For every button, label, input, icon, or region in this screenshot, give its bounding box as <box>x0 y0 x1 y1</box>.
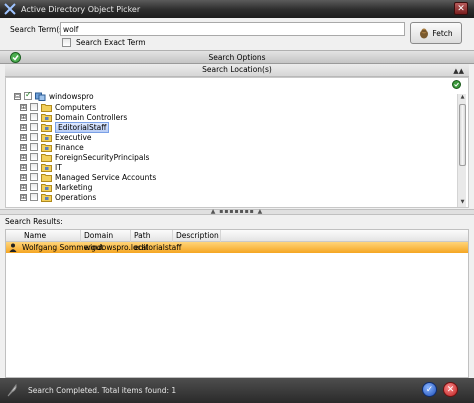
expand-node-icon[interactable]: ⊞ <box>20 123 27 131</box>
tree-checkbox[interactable] <box>30 163 38 171</box>
tree-item-label: Marketing <box>55 182 93 192</box>
tree-checkbox[interactable] <box>30 133 38 141</box>
expand-node-icon[interactable]: ⊞ <box>20 143 27 151</box>
title-bar: Active Directory Object Picker ✕ <box>0 0 474 18</box>
tree-checkbox[interactable] <box>30 113 38 121</box>
expand-node-icon[interactable]: ⊞ <box>20 103 27 111</box>
tree-checkbox[interactable] <box>30 103 38 111</box>
tree-item[interactable]: ⊞ Finance <box>20 142 84 152</box>
tree-checkbox[interactable] <box>30 143 38 151</box>
results-header: Name Domain Path Description <box>6 230 468 242</box>
close-icon[interactable]: ✕ <box>454 2 468 15</box>
org-unit-icon <box>41 193 52 202</box>
expand-node-icon[interactable]: ⊞ <box>20 113 27 121</box>
tree-item-label: Managed Service Accounts <box>55 172 157 182</box>
collapse-icon[interactable]: ▲▲ <box>453 65 464 77</box>
fetch-button[interactable]: Fetch <box>410 22 462 44</box>
search-bar: Search Term(s): Search Exact Term Fetch <box>0 18 474 50</box>
table-row[interactable]: Wolfgang Sommergut windowspro.local edit… <box>6 242 468 253</box>
tree-item-label: Operations <box>55 192 97 202</box>
cell-path: editorialstaff <box>134 243 182 252</box>
search-term-input[interactable] <box>60 22 405 36</box>
search-options-title: Search Options <box>208 53 266 62</box>
exact-term-checkbox[interactable] <box>62 38 71 47</box>
org-unit-icon <box>41 163 52 172</box>
tree-item-label: Executive <box>55 132 92 142</box>
scroll-down-icon[interactable]: ▼ <box>458 199 467 207</box>
scroll-up-icon[interactable]: ▲ <box>458 94 467 102</box>
tree-checkbox[interactable] <box>30 193 38 201</box>
tree-root-label: windowspro <box>49 91 94 101</box>
tree-item[interactable]: ⊞ Executive <box>20 132 92 142</box>
folder-icon <box>41 173 52 182</box>
tree-item-label: IT <box>55 162 62 172</box>
expand-node-icon[interactable]: ⊞ <box>20 163 27 171</box>
expand-node-icon[interactable]: ⊞ <box>20 193 27 201</box>
tree-item[interactable]: ⊞ ForeignSecurityPrincipals <box>20 152 149 162</box>
col-domain[interactable]: Domain <box>81 230 131 242</box>
results-table[interactable]: Name Domain Path Description Wolfgang So… <box>5 229 469 378</box>
search-locations-title: Search Location(s) <box>202 65 272 74</box>
window-title: Active Directory Object Picker <box>21 4 141 14</box>
tree-checkbox[interactable] <box>30 173 38 181</box>
tree-item[interactable]: ⊞ Operations <box>20 192 96 202</box>
tree-item[interactable]: ⊞ EditorialStaff <box>20 121 455 133</box>
exact-term-label: Search Exact Term <box>76 38 146 47</box>
tree-checkbox[interactable] <box>30 183 38 191</box>
fetch-label: Fetch <box>432 28 453 38</box>
org-unit-icon <box>41 133 52 142</box>
expand-node-icon[interactable]: ⊞ <box>20 173 27 181</box>
tree-item-label: ForeignSecurityPrincipals <box>55 152 150 162</box>
refresh-icon[interactable] <box>452 80 461 91</box>
tree-checkbox[interactable] <box>24 90 32 100</box>
org-unit-icon <box>41 143 52 152</box>
tree-item[interactable]: ⊞ Domain Controllers <box>20 112 127 122</box>
tree-item[interactable]: ⊞ IT <box>20 162 62 172</box>
tree-item-label: Computers <box>55 102 97 112</box>
search-results-label: Search Results: <box>5 217 63 226</box>
org-unit-icon <box>41 123 52 132</box>
status-bar: Search Completed. Total items found: 1 ✓… <box>0 378 474 403</box>
tree-scrollbar[interactable]: ▲ ▼ <box>457 94 466 207</box>
cancel-button[interactable]: ✕ <box>443 382 458 397</box>
col-name[interactable]: Name <box>6 230 81 242</box>
quill-icon <box>6 383 18 399</box>
status-message: Search Completed. Total items found: 1 <box>28 386 177 395</box>
expand-node-icon[interactable]: ⊞ <box>20 133 27 141</box>
tree-checkbox[interactable] <box>30 123 38 131</box>
expand-node-icon[interactable]: ⊞ <box>20 183 27 191</box>
folder-icon <box>41 153 52 162</box>
domain-icon <box>35 92 46 101</box>
tree-item-label: Domain Controllers <box>55 112 128 122</box>
dog-icon <box>419 27 429 39</box>
exact-term-option[interactable]: Search Exact Term <box>62 38 146 47</box>
scroll-thumb[interactable] <box>459 104 466 166</box>
org-unit-icon <box>41 183 52 192</box>
app-icon <box>3 2 17 16</box>
location-tree[interactable]: ⊟ windowspro ⊞ Computers ⊞ Domain Controlle… <box>5 77 469 208</box>
col-description[interactable]: Description <box>173 230 221 242</box>
col-path[interactable]: Path <box>131 230 173 242</box>
tree-root[interactable]: ⊟ windowspro <box>14 90 94 101</box>
collapse-node-icon[interactable]: ⊟ <box>14 92 21 100</box>
tree-item-label: EditorialStaff <box>55 121 110 133</box>
ok-button[interactable]: ✓ <box>422 382 437 397</box>
splitter[interactable]: ▲ ▪▪▪▪▪▪▪ ▲ <box>0 209 474 215</box>
expand-node-icon[interactable]: ⊞ <box>20 153 27 161</box>
org-unit-icon <box>41 113 52 122</box>
user-icon <box>9 243 17 254</box>
search-options-header[interactable]: Search Options <box>0 50 474 64</box>
tree-item-label: Finance <box>55 142 84 152</box>
tree-item[interactable]: ⊞ Computers <box>20 102 96 112</box>
tree-checkbox[interactable] <box>30 153 38 161</box>
tree-item[interactable]: ⊞ Managed Service Accounts <box>20 172 156 182</box>
search-locations-header: Search Location(s) ▲▲ <box>5 64 469 77</box>
tree-item[interactable]: ⊞ Marketing <box>20 182 92 192</box>
folder-icon <box>41 103 52 112</box>
